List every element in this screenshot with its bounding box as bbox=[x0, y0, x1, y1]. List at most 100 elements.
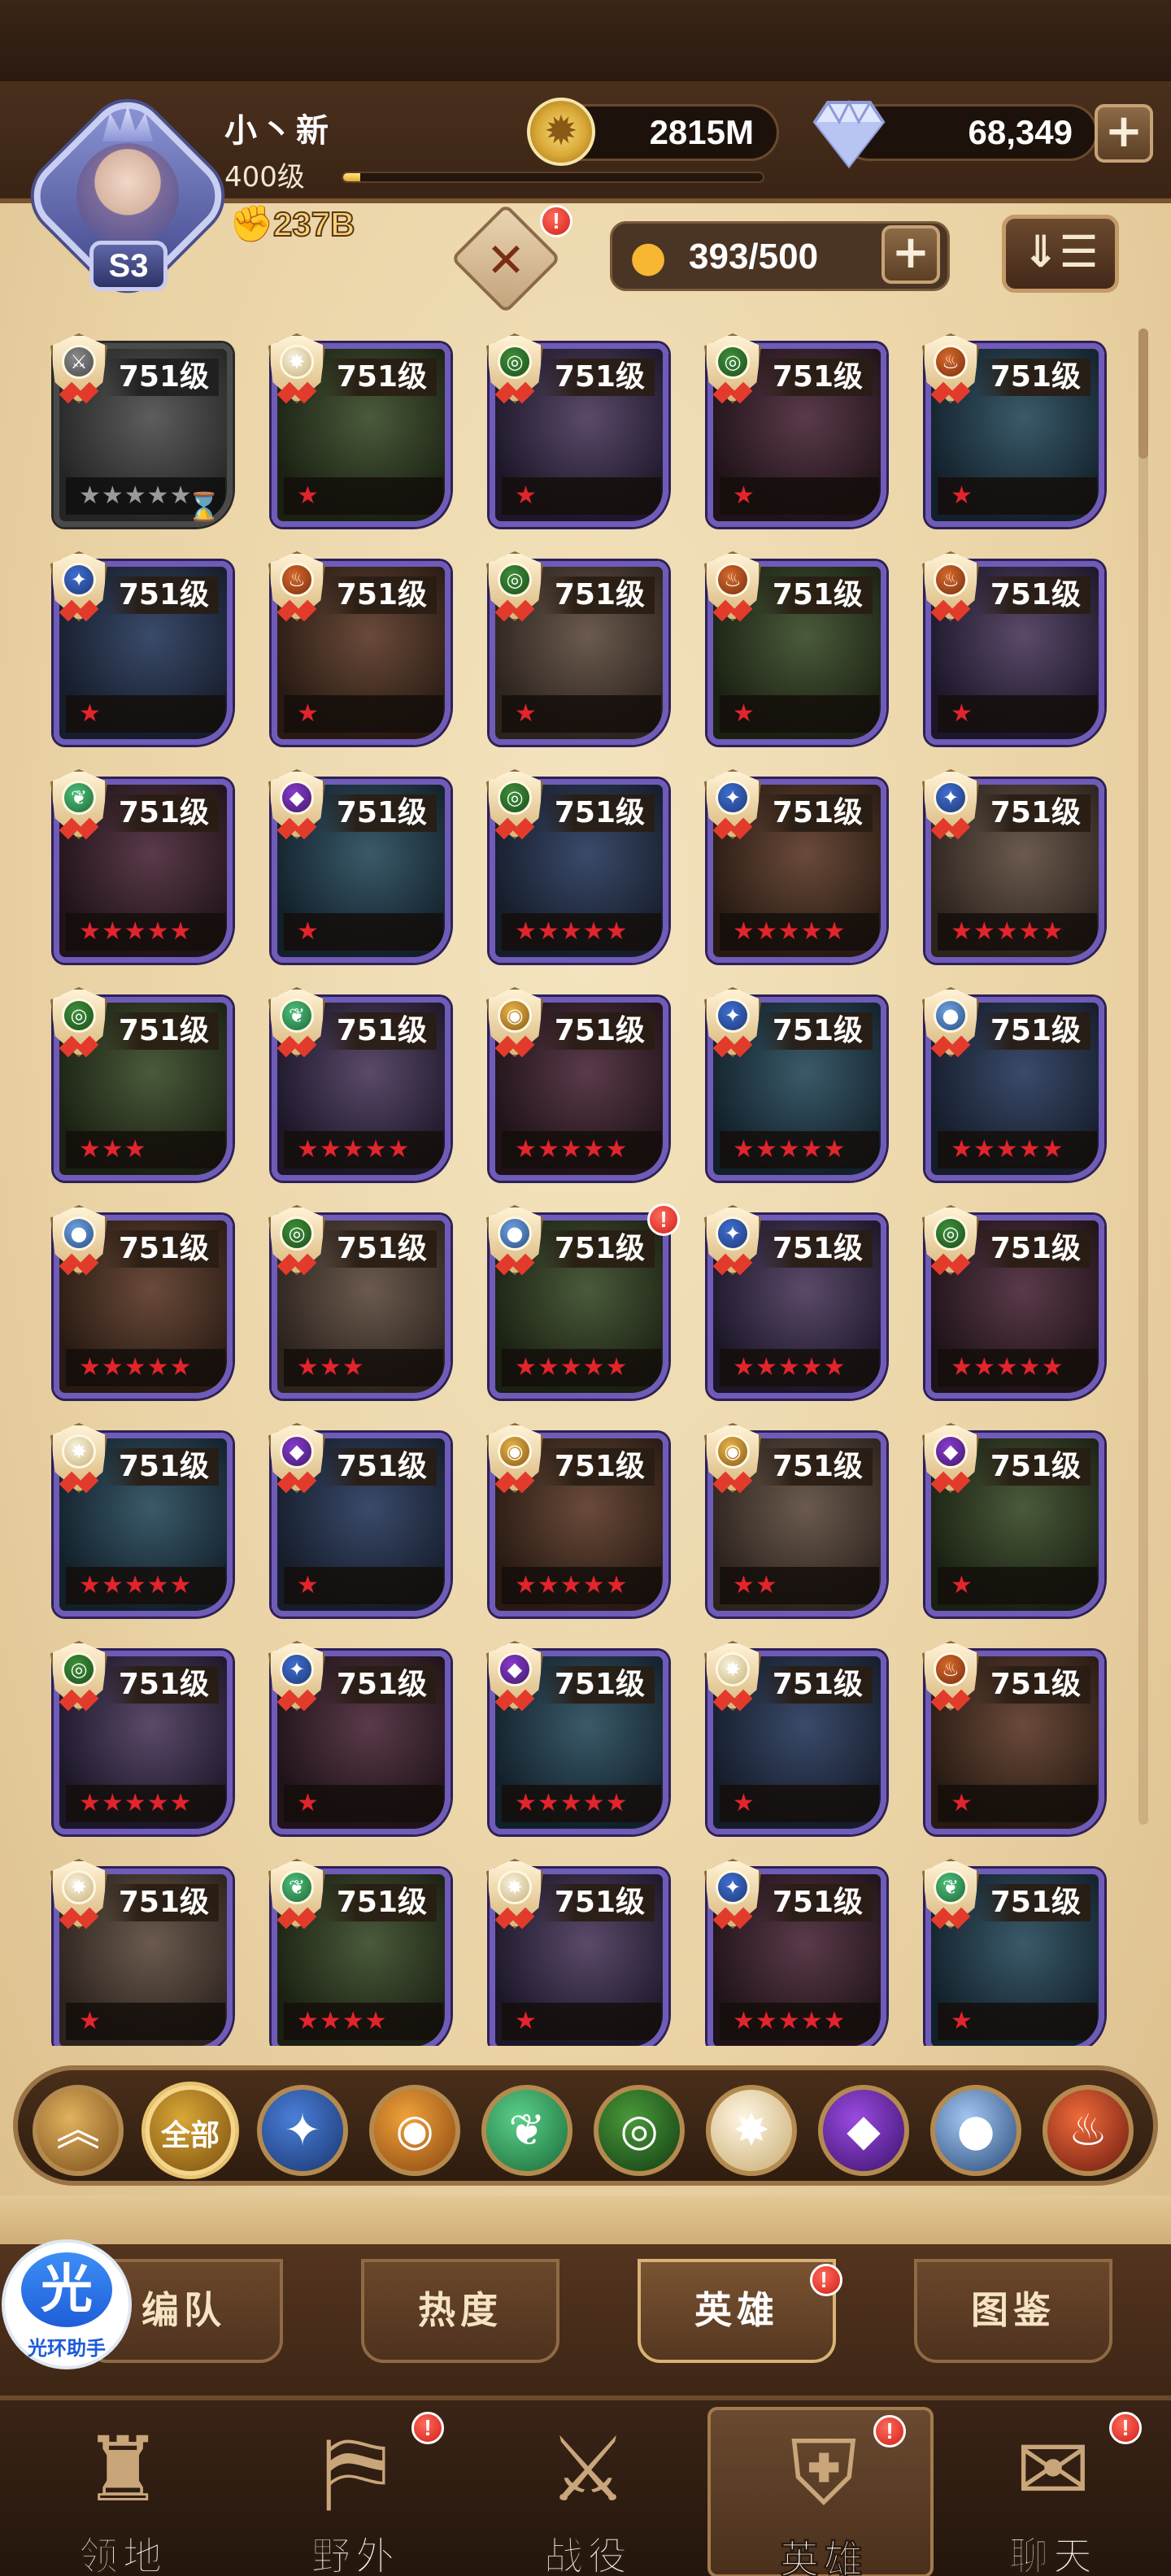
nav-chat[interactable]: ✉ 聊天! bbox=[940, 2407, 1166, 2576]
hero-card[interactable]: 751级 ★★★★★ ❦ bbox=[47, 769, 239, 971]
hero-card[interactable]: 751级 ★★★★★ ◎ bbox=[47, 1641, 239, 1843]
subtab-popularity[interactable]: 热度 bbox=[361, 2259, 559, 2363]
hero-card[interactable]: 751级 ★ ✸ bbox=[47, 1859, 239, 2046]
diamond-icon bbox=[812, 96, 886, 169]
hero-level: 751级 bbox=[759, 794, 873, 832]
hero-stars: ★★★★★ bbox=[66, 1567, 225, 1604]
hero-card[interactable]: 751级 ★ ✦ bbox=[47, 551, 239, 753]
hero-card[interactable]: 751级 ★ ✸ bbox=[701, 1641, 893, 1843]
xp-bar bbox=[342, 172, 764, 183]
hero-card[interactable]: 751级 ★ ◆ bbox=[265, 1423, 457, 1625]
hero-stars: ★★★★★ bbox=[720, 1131, 879, 1168]
hero-level: 751级 bbox=[977, 1230, 1090, 1268]
hero-stars: ★ bbox=[938, 2003, 1097, 2040]
hero-card[interactable]: 751级 ★★★★★ ✦ bbox=[701, 769, 893, 971]
filter-hypogean-button[interactable]: ♨ bbox=[1043, 2085, 1134, 2176]
hero-card[interactable]: 751级 ★★ ◉ bbox=[701, 1423, 893, 1625]
faction-icon: ● bbox=[934, 999, 968, 1033]
faction-icon: ◎ bbox=[498, 563, 532, 597]
hero-card[interactable]: 751级 ★★★★★ ❦ bbox=[265, 987, 457, 1189]
hero-card[interactable]: 751级 ★ ♨ bbox=[265, 551, 457, 753]
filter-all-button[interactable]: 全部 bbox=[145, 2085, 236, 2176]
faction-emblem: ◎ bbox=[916, 1205, 986, 1295]
hero-card[interactable]: 751级 ★ ♨ bbox=[701, 551, 893, 753]
faction-icon: ◉ bbox=[716, 1434, 750, 1469]
filter-lightbearer-button[interactable]: ✦ bbox=[257, 2085, 348, 2176]
faction-icon: ✸ bbox=[498, 1870, 532, 1904]
hero-card[interactable]: 751级 ★ ♨ bbox=[919, 333, 1111, 535]
hero-card[interactable]: 751级 ★ ◆ bbox=[919, 1423, 1111, 1625]
hero-card[interactable]: 751级 ★ ✸ bbox=[483, 1859, 675, 2046]
filter-celestial-button[interactable]: ✸ bbox=[706, 2085, 797, 2176]
hero-card[interactable]: 751级 ★★★★★ ✦ bbox=[919, 769, 1111, 971]
player-level: 400级 bbox=[224, 161, 305, 194]
hero-card[interactable]: 751级 ★★★★★ ✸ bbox=[47, 1423, 239, 1625]
hero-card[interactable]: 751级 ★ ❦ bbox=[919, 1859, 1111, 2046]
hero-level: 751级 bbox=[541, 1448, 655, 1486]
scrollbar-track[interactable] bbox=[1138, 329, 1148, 1825]
expand-roster-button[interactable]: + bbox=[882, 225, 940, 284]
faction-icon: ◎ bbox=[498, 345, 532, 379]
helper-app-button[interactable]: 光 光环助手 bbox=[2, 2239, 132, 2369]
hero-card[interactable]: 751级 ★★★★★ ◎ bbox=[916, 1205, 1111, 1407]
hero-card[interactable]: 751级 ★★★★★ ✦ bbox=[701, 1859, 893, 2046]
hero-card[interactable]: 751级 ★★★ ◎ bbox=[265, 1205, 457, 1407]
mauler-icon: ◉ bbox=[395, 2104, 434, 2156]
hero-level: 751级 bbox=[759, 1666, 873, 1704]
hero-card[interactable]: 751级 ★★★★★ ● ! bbox=[483, 1203, 680, 1407]
hero-card[interactable]: 751级 ★★★★★ ● bbox=[919, 987, 1111, 1189]
hero-stars: ★★★ bbox=[66, 1131, 225, 1168]
nav-heroes[interactable]: ⛨ 英雄! bbox=[707, 2407, 934, 2576]
hero-level: 751级 bbox=[977, 1666, 1090, 1704]
hourglass-icon: ⌛ bbox=[186, 491, 221, 524]
campaign-icon: ⚔ bbox=[547, 2417, 629, 2522]
hero-card[interactable]: 751级 ★★★★★ ◉ bbox=[483, 987, 675, 1189]
hero-card[interactable]: 751级 ★★★★★ ◆ bbox=[483, 1641, 675, 1843]
filter-mauler-button[interactable]: ◉ bbox=[369, 2085, 460, 2176]
faction-emblem: ◎ bbox=[480, 333, 550, 423]
hero-stars: ★ bbox=[720, 477, 879, 515]
hero-card[interactable]: 751级 ★ ♨ bbox=[919, 1641, 1111, 1843]
hero-card[interactable]: 751级 ★ ✸ bbox=[265, 333, 457, 535]
hero-card[interactable]: 751级 ★ ◆ bbox=[262, 769, 457, 971]
nav-territory[interactable]: ♜ 领地 bbox=[10, 2407, 236, 2576]
filter-graveborn-button[interactable]: ◆ bbox=[818, 2085, 909, 2176]
filter-wilder-eye-button[interactable]: ◎ bbox=[594, 2085, 685, 2176]
sort-button[interactable]: ⇓☰ bbox=[1002, 215, 1119, 293]
hero-card[interactable]: 751级 ★ ◎ bbox=[701, 333, 893, 535]
hero-card[interactable]: 751级 ★★★★★ ◉ bbox=[483, 1423, 675, 1625]
subtab-codex[interactable]: 图鉴 bbox=[914, 2259, 1112, 2363]
hero-card[interactable]: 751级 ★ ◎ bbox=[483, 333, 675, 535]
faction-icon: ✸ bbox=[62, 1434, 96, 1469]
faction-icon: ♨ bbox=[716, 563, 750, 597]
filter-wilder-leaf-button[interactable]: ❦ bbox=[481, 2085, 572, 2176]
hero-card[interactable]: 751级 ★★★★★ ◎ bbox=[483, 769, 675, 971]
subtab-heroes[interactable]: 英雄! bbox=[638, 2259, 842, 2363]
faction-icon: ● bbox=[498, 1216, 532, 1251]
filter-dimensional-button[interactable]: ● bbox=[930, 2085, 1021, 2176]
faction-icon: ◎ bbox=[62, 1652, 96, 1686]
hero-card[interactable]: 751级 ★★★★★ ✦ bbox=[701, 987, 893, 1189]
nav-campaign[interactable]: ⚔ 战役 bbox=[475, 2407, 701, 2576]
hero-card[interactable]: 751级 ★★★★ ❦ bbox=[265, 1859, 457, 2046]
faction-emblem: ♨ bbox=[262, 551, 332, 641]
scrollbar-thumb[interactable] bbox=[1138, 329, 1148, 459]
hero-level: 751级 bbox=[323, 794, 437, 832]
faction-emblem: ◆ bbox=[262, 769, 332, 859]
hero-card[interactable]: 751级 ★★★★★ ● bbox=[47, 1205, 239, 1407]
hero-stars: ★★★★★ bbox=[66, 1785, 225, 1822]
hero-card[interactable]: 751级 ★★★★★ ⚔ ⌛ bbox=[47, 333, 239, 535]
hero-card[interactable]: 751级 ★★★ ◎ bbox=[47, 987, 239, 1189]
hero-stars: ★★★ bbox=[284, 1349, 443, 1386]
add-diamonds-button[interactable]: + bbox=[1095, 104, 1153, 163]
faction-filter-bar: ︽ 全部 ✦ ◉ ❦ ◎ ✸ ◆ ● ♨ bbox=[13, 2065, 1158, 2186]
hero-card[interactable]: 751级 ★ ✦ bbox=[265, 1641, 457, 1843]
player-avatar[interactable]: S3 bbox=[18, 86, 237, 306]
hero-card[interactable]: 751级 ★ ◎ bbox=[483, 551, 675, 753]
hero-card[interactable]: 751级 ★ ♨ bbox=[919, 551, 1111, 753]
nav-wild[interactable]: ⛿ 野外! bbox=[242, 2407, 468, 2576]
hero-level: 751级 bbox=[759, 1448, 873, 1486]
filter-collapse-button[interactable]: ︽ bbox=[33, 2085, 124, 2176]
hero-card[interactable]: 751级 ★★★★★ ✦ bbox=[701, 1205, 893, 1407]
hero-stars: ★★★★★ bbox=[502, 1131, 661, 1168]
